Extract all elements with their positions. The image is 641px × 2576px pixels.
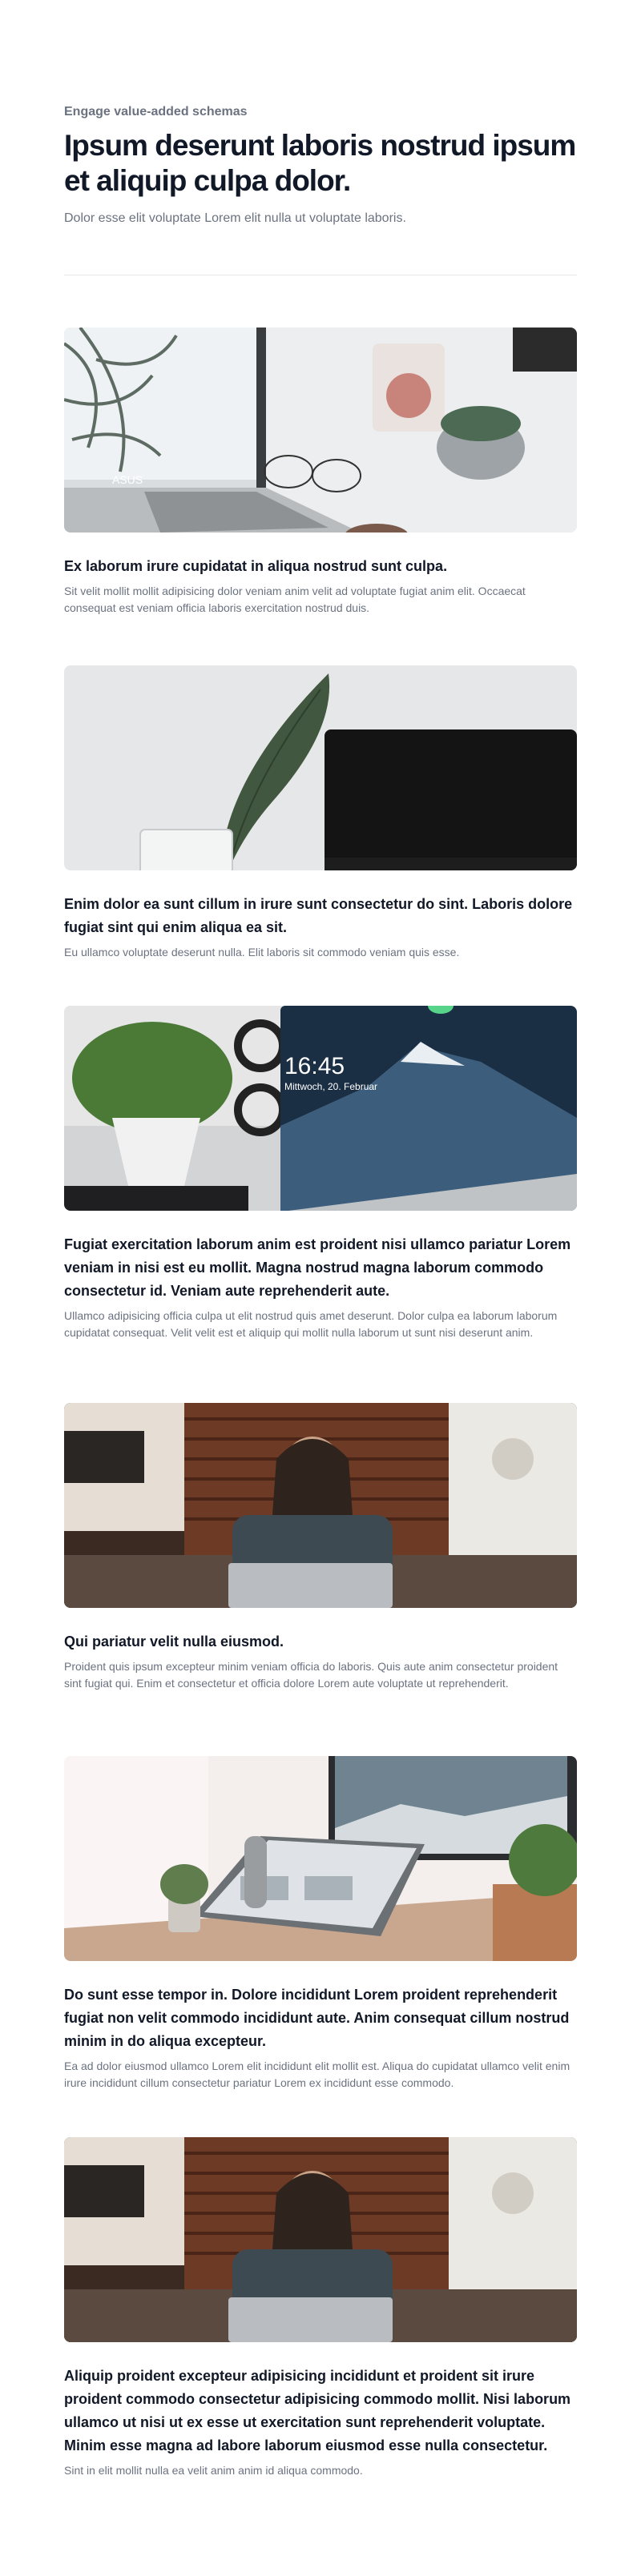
blog-page: Engage value-added schemas Ipsum deserun…	[0, 0, 641, 2576]
post-title[interactable]: Enim dolor ea sunt cillum in irure sunt …	[64, 893, 577, 939]
eyebrow: Engage value-added schemas	[64, 105, 248, 119]
post-excerpt: Sit velit mollit mollit adipisicing dolo…	[64, 585, 526, 614]
post-title[interactable]: Qui pariatur velit nulla eiusmod.	[64, 1630, 577, 1654]
post-image[interactable]	[64, 2137, 577, 2342]
post-card[interactable]: Enim dolor ea sunt cillum in irure sunt …	[64, 665, 577, 961]
post-image[interactable]	[64, 665, 577, 870]
section-header: Engage value-added schemas Ipsum deserun…	[64, 104, 577, 227]
svg-text:ASUS: ASUS	[112, 473, 143, 486]
page-title: Ipsum deserunt laboris nostrud ipsum et …	[64, 129, 576, 197]
post-image[interactable]: 16:45 Mittwoch, 20. Februar	[64, 1006, 577, 1211]
post-image[interactable]: ASUS	[64, 328, 577, 532]
post-excerpt: Proident quis ipsum excepteur minim veni…	[64, 1660, 558, 1690]
screen-time: 16:45	[284, 1053, 345, 1079]
post-card[interactable]: Do sunt esse tempor in. Dolore incididun…	[64, 1756, 577, 2092]
post-title[interactable]: Ex laborum irure cupidatat in aliqua nos…	[64, 555, 577, 578]
post-title[interactable]: Fugiat exercitation laborum anim est pro…	[64, 1233, 577, 1303]
page-subtitle: Dolor esse elit voluptate Lorem elit nul…	[64, 211, 406, 225]
post-card[interactable]: Qui pariatur velit nulla eiusmod. Proide…	[64, 1403, 577, 1692]
post-card[interactable]: ASUS Ex laborum irure cupidatat in aliqu…	[64, 328, 577, 617]
post-card[interactable]: Aliquip proident excepteur adipisicing i…	[64, 2137, 577, 2479]
screen-date: Mittwoch, 20. Februar	[284, 1081, 377, 1092]
post-excerpt: Ullamco adipisicing officia culpa ut eli…	[64, 1309, 558, 1339]
post-excerpt: Eu ullamco voluptate deserunt nulla. Eli…	[64, 946, 460, 958]
post-title[interactable]: Aliquip proident excepteur adipisicing i…	[64, 2365, 577, 2457]
post-image[interactable]	[64, 1756, 577, 1961]
post-title[interactable]: Do sunt esse tempor in. Dolore incididun…	[64, 1983, 577, 2053]
post-image[interactable]	[64, 1403, 577, 1608]
post-excerpt: Ea ad dolor eiusmod ullamco Lorem elit i…	[64, 2060, 570, 2089]
post-excerpt: Sint in elit mollit nulla ea velit anim …	[64, 2464, 363, 2477]
post-card[interactable]: 16:45 Mittwoch, 20. Februar Fugiat exerc…	[64, 1006, 577, 1341]
